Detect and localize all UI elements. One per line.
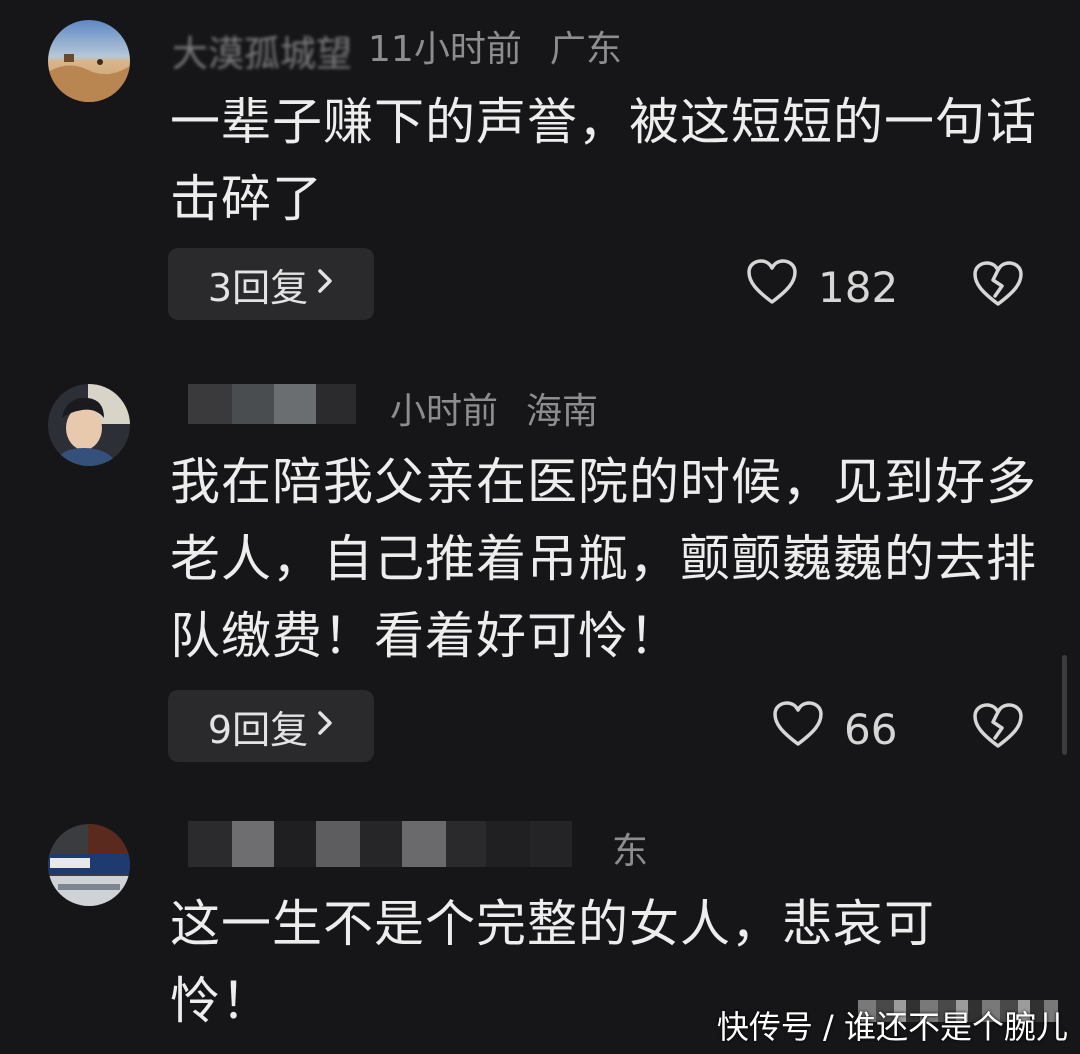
comment-text: 我在陪我父亲在医院的时候，见到好多老人，自己推着吊瓶，颤颤巍巍的去排队缴费！看着… — [170, 453, 1037, 665]
comment-meta: 大漠孤城望 11小时前 广东 — [172, 22, 622, 75]
comment-location: 海南 — [526, 391, 599, 432]
heart-outline-icon — [772, 700, 844, 758]
username-mosaic — [188, 820, 608, 876]
comment-time: 11小时前 — [368, 29, 522, 70]
chevron-right-icon — [316, 264, 334, 304]
avatar[interactable] — [48, 824, 130, 906]
broken-heart-icon — [972, 703, 1024, 754]
dislike-button[interactable] — [972, 702, 1024, 754]
broken-heart-icon — [972, 261, 1024, 312]
comment-location: 广东 — [549, 29, 622, 70]
like-button[interactable]: 66 — [772, 700, 897, 758]
scrollbar[interactable] — [1062, 655, 1067, 755]
view-replies-button[interactable]: 9回复 — [168, 690, 374, 762]
username-mosaic — [188, 383, 374, 433]
comment-text: 一辈子赚下的声誉，被这短短的一句话击碎了 — [170, 93, 1037, 228]
watermark: 快传号 / 谁还不是个腕儿 — [716, 1008, 1068, 1046]
chevron-right-icon — [316, 706, 334, 746]
avatar[interactable] — [48, 384, 130, 466]
like-button[interactable]: 182 — [746, 258, 898, 316]
view-replies-button[interactable]: 3回复 — [168, 248, 374, 320]
comment-meta: 东 — [172, 820, 649, 872]
comment-feed: 大漠孤城望 11小时前 广东 一辈子赚下的声誉，被这短短的一句话击碎了 3回复 … — [0, 0, 1080, 1054]
comment-time: 小时前 — [390, 391, 499, 432]
avatar[interactable] — [48, 20, 130, 102]
reply-count: 9回复 — [207, 707, 309, 752]
like-count: 66 — [844, 704, 898, 754]
reply-count: 3回复 — [207, 265, 309, 310]
dislike-button[interactable] — [972, 260, 1024, 312]
like-count: 182 — [818, 262, 899, 312]
comment-meta: 小时前 海南 — [172, 383, 599, 433]
heart-outline-icon — [746, 258, 818, 316]
username[interactable]: 大漠孤城望 — [172, 25, 352, 75]
comment-location: 东 — [612, 831, 649, 872]
